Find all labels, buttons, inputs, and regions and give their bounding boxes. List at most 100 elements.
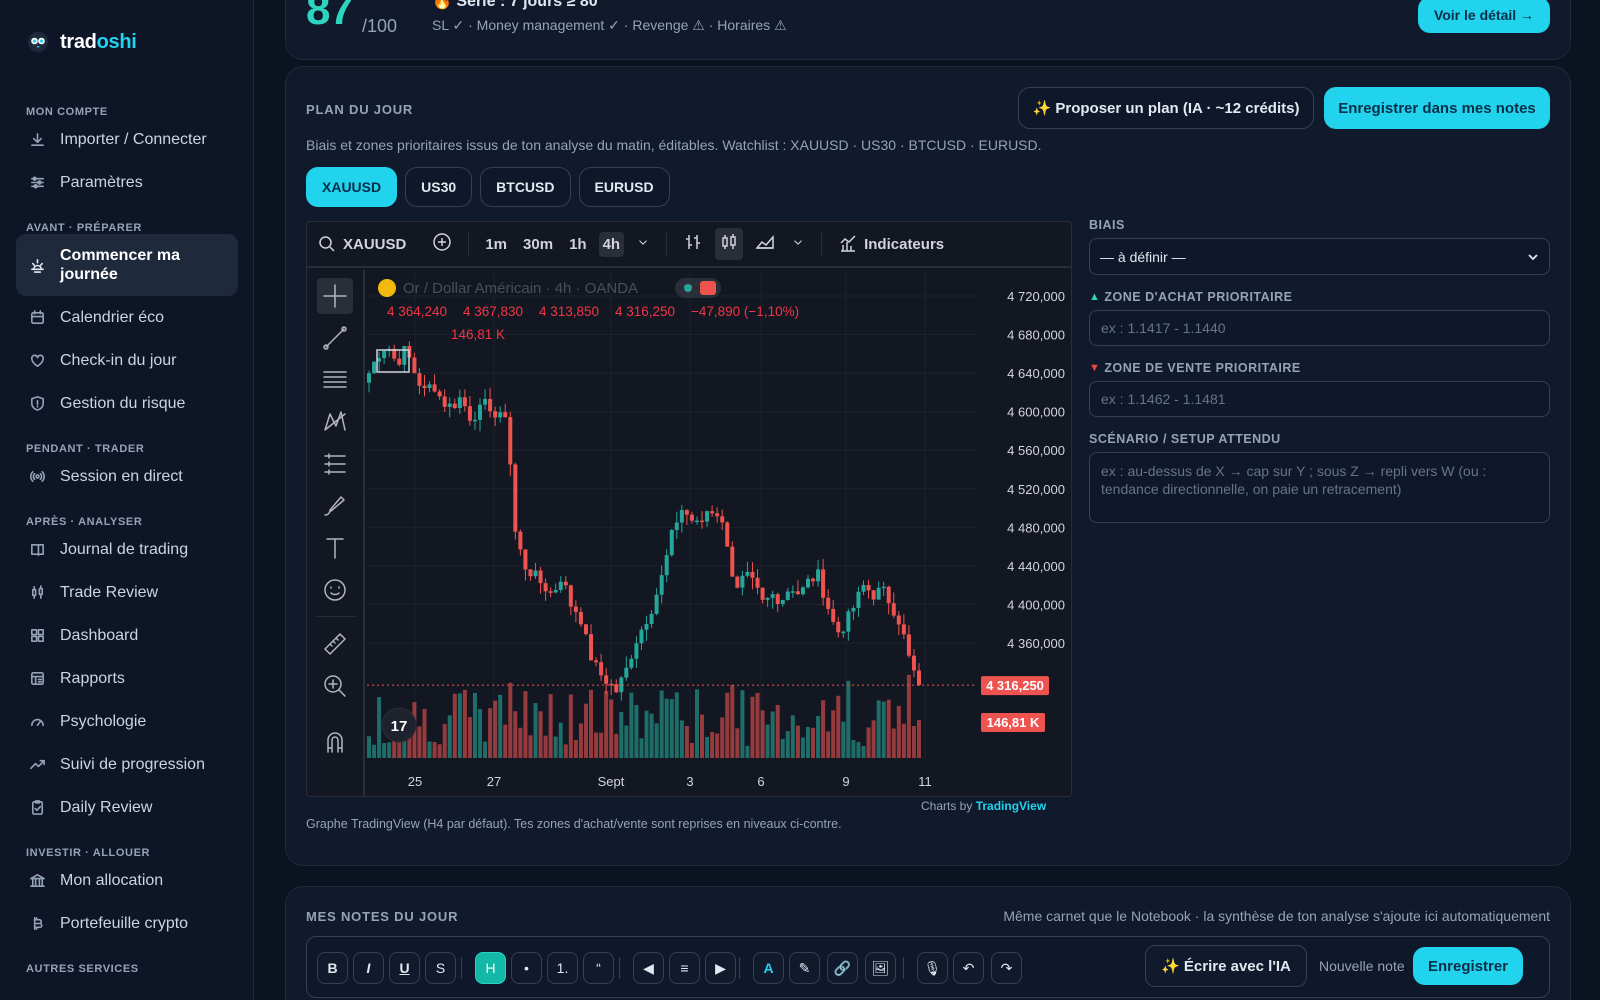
propose-plan-button[interactable]: ✨ Proposer un plan (IA · ~12 crédits) <box>1018 87 1314 129</box>
symbol-search[interactable]: XAUUSD <box>317 234 406 254</box>
tradingview-link[interactable]: TradingView <box>976 799 1046 813</box>
chart-type-dropdown[interactable] <box>787 228 809 260</box>
sidebar-item-gestion-du-risque[interactable]: Gestion du risque <box>16 382 238 425</box>
x-tick-label: 3 <box>686 774 693 789</box>
dictation-button[interactable]: 🎙 <box>917 952 948 984</box>
italic-button[interactable]: I <box>353 952 384 984</box>
gold-symbol-icon <box>378 279 396 297</box>
redo-button[interactable]: ↷ <box>991 952 1022 984</box>
write-with-ai-button[interactable]: ✨ Écrire avec l'IA <box>1145 945 1307 987</box>
candle-body <box>629 658 634 668</box>
y-tick-label: 4 480,000 <box>1007 520 1065 535</box>
volume-bar <box>750 696 755 758</box>
bias-select[interactable]: — à définir — <box>1089 238 1550 275</box>
ruler-tool[interactable] <box>317 626 353 662</box>
new-note-link[interactable]: Nouvelle note <box>1319 958 1405 974</box>
candle-body <box>483 398 488 405</box>
bar-chart-type-button[interactable] <box>679 228 707 260</box>
save-note-button[interactable]: Enregistrer <box>1413 947 1523 985</box>
brush-tool[interactable] <box>317 488 353 524</box>
save-to-notes-button[interactable]: Enregistrer dans mes notes <box>1324 87 1550 129</box>
timeframe-1m[interactable]: 1m <box>481 232 511 257</box>
sidebar-item-journal-de-trading[interactable]: Journal de trading <box>16 528 238 571</box>
tradingview-chart-widget[interactable]: XAUUSD 1m 30m 1h 4h Indicateurs 4 720,00… <box>306 221 1072 797</box>
volume-bar <box>619 711 624 758</box>
align-right-button[interactable]: ▶ <box>705 952 736 984</box>
candle-chart-type-button[interactable] <box>715 228 744 260</box>
brand-logo[interactable]: tradoshi <box>26 30 137 54</box>
sidebar-item-check-in-du-jour[interactable]: Check-in du jour <box>16 339 238 382</box>
buy-zone-input[interactable]: ex : 1.1417 - 1.1440 <box>1089 310 1550 346</box>
sidebar-item-importer-connecter[interactable]: Importer / Connecter <box>16 118 238 161</box>
volume-bar <box>604 691 609 758</box>
sidebar-item-trade-review[interactable]: Trade Review <box>16 571 238 614</box>
zoom-tool[interactable] <box>317 668 353 704</box>
tab-xauusd[interactable]: XAUUSD <box>306 167 398 207</box>
sidebar-item-rapports[interactable]: Rapports <box>16 657 238 700</box>
volume-bar <box>599 732 604 758</box>
timeframe-30m[interactable]: 30m <box>519 232 557 257</box>
tab-btcusd[interactable]: BTCUSD <box>480 167 571 207</box>
volume-bar <box>785 731 790 758</box>
volume-bar <box>700 714 705 758</box>
pattern-tool[interactable] <box>317 404 353 440</box>
volume-bar <box>629 692 634 758</box>
sidebar-item-suivi-de-progression[interactable]: Suivi de progression <box>16 743 238 786</box>
candle-body <box>679 510 684 523</box>
bullet-list-button[interactable]: • <box>511 952 542 984</box>
toolbar-divider <box>903 957 904 979</box>
numbered-list-button[interactable]: 1. <box>547 952 578 984</box>
sidebar-item-dashboard[interactable]: Dashboard <box>16 614 238 657</box>
candle-body <box>917 670 921 686</box>
tab-eurusd[interactable]: EURUSD <box>578 167 670 207</box>
fibonacci-icon <box>323 371 347 388</box>
text-color-button[interactable]: A <box>753 952 784 984</box>
emoji-tool[interactable] <box>317 572 353 608</box>
timeframe-1h[interactable]: 1h <box>565 232 591 257</box>
trendline-tool[interactable] <box>317 320 353 356</box>
underline-button[interactable]: U <box>389 952 420 984</box>
crosshair-tool[interactable] <box>317 278 353 314</box>
sidebar-item-calendrier-co[interactable]: Calendrier éco <box>16 296 238 339</box>
align-left-button[interactable]: ◀ <box>633 952 664 984</box>
undo-button[interactable]: ↶ <box>953 952 984 984</box>
sidebar-item-session-en-direct[interactable]: Session en direct <box>16 455 238 498</box>
chart-credit[interactable]: Charts by TradingView <box>921 799 1046 813</box>
bold-button[interactable]: B <box>317 952 348 984</box>
candle-body <box>634 643 639 659</box>
highlight-button[interactable]: ✎ <box>789 952 820 984</box>
sidebar-item-psychologie[interactable]: Psychologie <box>16 700 238 743</box>
compare-symbol-button[interactable] <box>428 228 456 260</box>
magnet-tool[interactable] <box>317 724 353 760</box>
view-detail-button[interactable]: Voir le détail → <box>1418 0 1550 33</box>
candle-body <box>594 660 599 663</box>
volume-bar <box>644 710 649 758</box>
strike-button[interactable]: S <box>425 952 456 984</box>
sell-zone-input[interactable]: ex : 1.1462 - 1.1481 <box>1089 381 1550 417</box>
candle-body <box>402 346 407 365</box>
sidebar-item-daily-review[interactable]: Daily Review <box>16 786 238 829</box>
price-chart[interactable]: 4 720,000 4 680,000 4 640,000 4 600,000 4 56… <box>367 270 1071 797</box>
sidebar-item-label: Paramètres <box>60 173 143 191</box>
timeframe-4h[interactable]: 4h <box>598 231 625 257</box>
tab-us30[interactable]: US30 <box>405 167 473 207</box>
sidebar-item-portefeuille-crypto[interactable]: Portefeuille crypto <box>16 902 238 945</box>
fib-tool[interactable] <box>317 362 353 398</box>
sidebar-item-mon-allocation[interactable]: Mon allocation <box>16 859 238 902</box>
gauge-icon <box>28 713 46 731</box>
sidebar-item-param-tres[interactable]: Paramètres <box>16 161 238 204</box>
align-center-button[interactable]: ≡ <box>669 952 700 984</box>
timeframe-dropdown[interactable] <box>632 228 654 260</box>
link-button[interactable]: 🔗 <box>827 952 858 984</box>
image-button[interactable]: 🖼 <box>865 952 896 984</box>
indicators-button[interactable]: Indicateurs <box>834 230 948 258</box>
quote-button[interactable]: “ <box>583 952 614 984</box>
scenario-textarea[interactable]: ex : au-dessus de X → cap sur Y ; sous Z… <box>1089 452 1550 523</box>
candle-body <box>785 591 790 600</box>
area-chart-type-button[interactable] <box>751 228 779 260</box>
text-tool[interactable] <box>317 530 353 566</box>
sidebar-item-commencer-ma-journ-e[interactable]: Commencer ma journée <box>16 234 238 296</box>
heading-button[interactable]: H <box>475 952 506 984</box>
volume-bar <box>447 715 452 758</box>
forecast-tool[interactable] <box>317 446 353 482</box>
